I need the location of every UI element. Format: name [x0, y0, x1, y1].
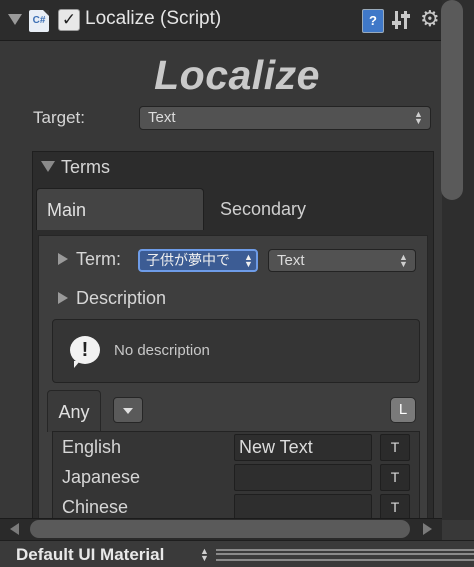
target-dropdown-value: Text — [148, 109, 176, 126]
chevron-down-icon — [123, 408, 133, 414]
terms-label[interactable]: Terms — [61, 157, 110, 178]
term-dropdown[interactable]: 子供が夢中で ▲ ▼ — [138, 249, 258, 272]
horizontal-scrollbar-thumb[interactable] — [30, 520, 410, 538]
enabled-checkbox[interactable]: ✓ — [58, 9, 80, 31]
info-icon: ! — [70, 336, 100, 368]
language-name-english: English — [62, 437, 122, 457]
translation-field-japanese[interactable] — [234, 464, 372, 491]
translate-button-english[interactable]: T — [380, 434, 410, 461]
component-title: Localize (Script) — [85, 8, 222, 29]
translate-button-japanese[interactable]: T — [380, 464, 410, 491]
description-label[interactable]: Description — [76, 288, 166, 309]
dropdown-arrows-icon: ▲ ▼ — [244, 252, 253, 269]
dropdown-arrows-icon: ▲ ▼ — [414, 109, 423, 126]
term-value: 子供が夢中で — [146, 252, 230, 268]
help-icon[interactable]: ? — [362, 9, 384, 33]
l-button[interactable]: L — [390, 397, 416, 423]
dropdown-arrows-icon: ▲ ▼ — [399, 252, 408, 269]
vertical-scrollbar-thumb[interactable] — [441, 0, 463, 200]
csharp-script-icon: C# — [29, 10, 49, 32]
scroll-left-icon[interactable] — [10, 523, 19, 535]
terms-fold-icon[interactable] — [41, 161, 55, 172]
tab-secondary[interactable]: Secondary — [220, 188, 306, 230]
target-dropdown[interactable]: Text ▲ ▼ — [139, 106, 431, 130]
description-box — [52, 319, 420, 383]
fold-triangle-icon[interactable] — [8, 14, 22, 25]
target-label: Target: — [33, 108, 85, 127]
tab-main[interactable]: Main — [36, 188, 204, 230]
term-label: Term: — [76, 249, 121, 269]
localize-heading: Localize — [154, 52, 320, 98]
language-name-chinese: Chinese — [62, 497, 129, 517]
description-text: No description — [114, 342, 210, 359]
tab-any[interactable]: Any — [47, 390, 101, 432]
translation-field-english[interactable]: New Text — [234, 434, 372, 461]
language-filter-dropdown[interactable] — [113, 397, 143, 423]
term-fold-icon[interactable] — [58, 253, 68, 265]
language-name-japanese: Japanese — [62, 467, 141, 487]
gear-icon[interactable]: ⚙ — [420, 6, 440, 32]
term-type-dropdown[interactable]: Text ▲ ▼ — [268, 249, 416, 272]
resize-handle[interactable] — [216, 549, 474, 561]
translate-button-chinese[interactable]: T — [380, 494, 410, 521]
dropdown-arrows-icon: ▲ ▼ — [200, 546, 209, 563]
translation-field-chinese[interactable] — [234, 494, 372, 521]
description-fold-icon[interactable] — [58, 292, 68, 304]
preset-icon[interactable] — [392, 10, 412, 30]
term-type-value: Text — [277, 252, 305, 269]
scroll-right-icon[interactable] — [423, 523, 432, 535]
material-dropdown[interactable]: Default UI Material — [16, 545, 164, 565]
